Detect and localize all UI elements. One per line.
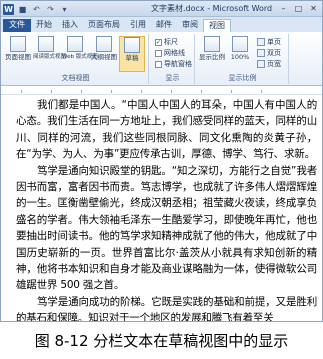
ruler-tick: [201, 90, 202, 93]
document-views-group: 页面视图 阅读版式视图 Web 版式视图 大纲视图 草稿 文档视图: [3, 34, 149, 84]
ribbon: 页面视图 阅读版式视图 Web 版式视图 大纲视图 草稿 文档视图 ✓ 标尺 网…: [1, 32, 322, 86]
ruler-tick: [261, 90, 262, 93]
print-layout-icon: [10, 36, 26, 52]
reading-view-label: 阅读版式视图: [33, 54, 67, 60]
page-width-icon: [257, 60, 265, 68]
document-paragraph[interactable]: 我们都是中国人。“中国人中国人的耳朵，中国人有中国人的心态。我们生活在同一方地址…: [16, 97, 317, 163]
web-layout-label: Web 版式视图: [62, 54, 98, 60]
save-icon[interactable]: ■: [17, 4, 28, 15]
zoom-button[interactable]: 显示比例: [199, 36, 225, 72]
two-pages-button[interactable]: 双页: [257, 48, 281, 58]
maximize-icon[interactable]: □: [292, 3, 305, 14]
figure-caption: 图 8-12 分栏文本在草稿视图中的显示: [34, 332, 289, 350]
zoom-100-label: 100%: [230, 53, 250, 61]
zoom-100-button[interactable]: 100%: [227, 36, 253, 72]
outline-label: 大纲视图: [91, 53, 117, 61]
gridlines-check-icon: [155, 49, 162, 57]
title-bar: W ■ ↶ ↷ ▾ 文字素材.docx - Microsoft Word – □…: [1, 1, 322, 17]
draft-label: 草稿: [125, 54, 139, 62]
ruler-tick: [81, 90, 82, 93]
ruler-tick: [141, 90, 142, 93]
reading-view-button[interactable]: 阅读版式视图: [33, 36, 67, 72]
gridlines-label: 网格线: [164, 49, 185, 57]
word-window: W ■ ↶ ↷ ▾ 文字素材.docx - Microsoft Word – □…: [0, 0, 323, 322]
horizontal-ruler[interactable]: [1, 87, 322, 95]
zoom-group: 显示比例 100% 单页 双页 页宽 显示比例: [197, 34, 289, 84]
ruler-checkbox[interactable]: ✓ 标尺: [155, 37, 178, 47]
show-group: ✓ 标尺 网格线 导航窗格 显示: [151, 34, 195, 84]
customize-icon[interactable]: ▾: [59, 4, 70, 15]
tab-insert[interactable]: 插入: [57, 19, 83, 32]
minimize-icon[interactable]: –: [277, 3, 290, 14]
draft-icon: [124, 37, 140, 53]
document-body[interactable]: 我们都是中国人。“中国人中国人的耳朵，中国人有中国人的心态。我们生活在同一方地址…: [16, 97, 317, 321]
tab-home[interactable]: 开始: [31, 19, 57, 32]
magnifier-icon: [204, 36, 220, 52]
two-pages-label: 双页: [267, 49, 281, 57]
tab-references[interactable]: 引用: [125, 19, 151, 32]
window-controls: – □ ✕: [277, 3, 320, 14]
window-title: 文字素材.docx - Microsoft Word: [151, 4, 273, 13]
outline-view-button[interactable]: 大纲视图: [91, 36, 117, 72]
page-width-button[interactable]: 页宽: [257, 59, 281, 69]
navigation-pane-checkbox[interactable]: 导航窗格: [155, 59, 192, 69]
redo-icon[interactable]: ↷: [45, 4, 56, 15]
tab-page-layout[interactable]: 页面布局: [83, 19, 125, 32]
tab-mailings[interactable]: 邮件: [151, 19, 177, 32]
word-logo-icon[interactable]: W: [3, 3, 14, 15]
tab-file[interactable]: 文件: [3, 19, 31, 32]
zoom-group-label: 显示比例: [228, 74, 257, 82]
outline-icon: [96, 36, 112, 52]
web-layout-view-button[interactable]: Web 版式视图: [62, 36, 98, 72]
ribbon-tabs: 文件 开始 插入 页面布局 引用 邮件 审阅 视图: [1, 17, 322, 32]
ruler-tick: [51, 90, 52, 93]
page-width-label: 页宽: [267, 60, 281, 68]
navigation-pane-label: 导航窗格: [164, 60, 192, 68]
reading-view-icon: [38, 36, 54, 52]
one-page-button[interactable]: 单页: [257, 37, 281, 47]
ruler-tick: [231, 90, 232, 93]
gridlines-checkbox[interactable]: 网格线: [155, 48, 185, 58]
document-paragraph[interactable]: 笃学是通向成功的阶梯。它既是实践的基础和前提，又是胜利的基石和保障。知识对于一个…: [16, 294, 317, 321]
tab-view[interactable]: 视图: [203, 19, 231, 32]
zoom-100-icon: [232, 36, 248, 52]
two-pages-icon: [257, 49, 265, 57]
show-group-label: 显示: [165, 74, 180, 82]
close-icon[interactable]: ✕: [307, 3, 320, 14]
web-layout-icon: [67, 36, 83, 52]
print-layout-label: 页面视图: [5, 53, 31, 61]
tab-review[interactable]: 审阅: [177, 19, 203, 32]
navigation-pane-check-icon: [155, 60, 162, 68]
ruler-tick: [111, 90, 112, 93]
ruler-label: 标尺: [164, 38, 178, 46]
ruler-check-icon: ✓: [155, 38, 162, 46]
undo-icon[interactable]: ↶: [31, 4, 42, 15]
quick-access-toolbar: W ■ ↶ ↷ ▾: [3, 3, 70, 15]
ruler-tick: [21, 90, 22, 93]
draft-view-button[interactable]: 草稿: [119, 36, 145, 72]
ruler-tick: [171, 90, 172, 93]
one-page-label: 单页: [267, 38, 281, 46]
print-layout-view-button[interactable]: 页面视图: [5, 36, 31, 72]
zoom-label: 显示比例: [199, 53, 225, 61]
document-views-group-label: 文档视图: [61, 74, 90, 82]
one-page-icon: [257, 38, 265, 46]
document-paragraph[interactable]: 笃学是通向知识殿堂的钥匙。“知之深切，方能行之自觉”我者因书而富，富者因书而贵。…: [16, 163, 317, 294]
